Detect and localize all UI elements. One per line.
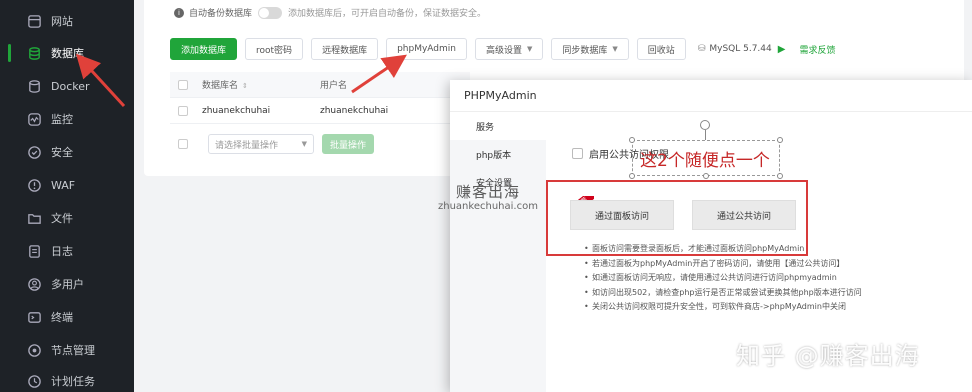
sidebar-item-waf[interactable]: WAF bbox=[0, 170, 134, 200]
sidebar-item-label: 文件 bbox=[51, 212, 73, 225]
node-icon bbox=[26, 342, 42, 358]
database-table: 数据库名 ⇕ 用户名 zhuanekchuhai zhuanekchuhai bbox=[170, 72, 470, 124]
select-all-checkbox[interactable] bbox=[178, 79, 188, 90]
batch-operation-button[interactable]: 批量操作 bbox=[322, 134, 375, 154]
resize-handle bbox=[777, 173, 783, 179]
resize-handle bbox=[629, 173, 635, 179]
tab-service[interactable]: 服务 bbox=[450, 112, 546, 140]
shield-icon bbox=[26, 144, 42, 160]
add-database-button[interactable]: 添加数据库 bbox=[170, 38, 238, 60]
sort-icon: ⇕ bbox=[242, 82, 248, 90]
public-access-checkbox[interactable] bbox=[572, 148, 583, 159]
sync-database-label: 同步数据库 bbox=[562, 45, 608, 56]
resize-handle bbox=[777, 137, 783, 143]
sidebar-item-label: WAF bbox=[51, 178, 76, 192]
sidebar-item-files[interactable]: 文件 bbox=[0, 203, 134, 233]
info-icon: i bbox=[174, 7, 184, 18]
remote-database-button[interactable]: 远程数据库 bbox=[311, 38, 379, 60]
column-header-label: 数据库名 bbox=[202, 81, 239, 91]
sidebar-item-logs[interactable]: 日志 bbox=[0, 236, 134, 266]
auto-backup-hint: 添加数据库后，可开启自动备份，保证数据安全。 bbox=[288, 9, 487, 19]
docker-icon bbox=[26, 78, 42, 94]
sync-database-button[interactable]: 同步数据库 ▼ bbox=[551, 38, 629, 60]
zhihu-watermark: 知乎 @赚客出海 bbox=[736, 342, 920, 370]
folder-icon bbox=[26, 210, 42, 226]
users-icon bbox=[26, 276, 42, 292]
sidebar-item-docker[interactable]: Docker bbox=[0, 71, 134, 101]
watermark-url: zhuankechuhai.com bbox=[438, 201, 538, 212]
sidebar-item-database[interactable]: 数据库 bbox=[0, 38, 134, 68]
advanced-settings-label: 高级设置 bbox=[485, 45, 522, 56]
monitor-icon bbox=[26, 111, 42, 127]
sidebar-item-label: 监控 bbox=[51, 113, 73, 126]
resize-handle bbox=[629, 137, 635, 143]
auto-backup-label: 自动备份数据库 bbox=[189, 9, 253, 19]
sidebar-item-nodes[interactable]: 节点管理 bbox=[0, 335, 134, 365]
list-item: 若通过面板为phpMyAdmin开启了密码访问，请使用【通过公共访问】 bbox=[584, 257, 862, 272]
sidebar-item-multi-user[interactable]: 多用户 bbox=[0, 269, 134, 299]
sidebar-item-label: 计划任务 bbox=[51, 375, 95, 388]
resize-handle bbox=[703, 173, 709, 179]
auto-backup-bar: i 自动备份数据库 添加数据库后，可开启自动备份，保证数据安全。 bbox=[174, 6, 486, 19]
sidebar-item-label: 数据库 bbox=[51, 47, 84, 60]
column-header-username[interactable]: 用户名 bbox=[320, 78, 347, 91]
phpmyadmin-button[interactable]: phpMyAdmin bbox=[386, 38, 467, 60]
sidebar-item-label: 多用户 bbox=[51, 278, 84, 291]
tab-php-version[interactable]: php版本 bbox=[450, 140, 546, 168]
terminal-icon bbox=[26, 309, 42, 325]
database-icon: ⛁ bbox=[697, 44, 706, 54]
list-item: 如通过面板访问无响应，请使用通过公共访问进行访问phpmyadmin bbox=[584, 271, 862, 286]
chevron-down-icon: ▼ bbox=[301, 140, 307, 148]
table-header: 数据库名 ⇕ 用户名 bbox=[170, 72, 470, 98]
chevron-down-icon: ▼ bbox=[612, 45, 618, 53]
advanced-settings-button[interactable]: 高级设置 ▼ bbox=[474, 38, 544, 60]
clock-icon bbox=[26, 373, 42, 389]
sidebar-item-label: 日志 bbox=[51, 245, 73, 258]
root-password-button[interactable]: root密码 bbox=[245, 38, 304, 60]
waf-icon bbox=[26, 177, 42, 193]
sidebar-item-monitor[interactable]: 监控 bbox=[0, 104, 134, 134]
sidebar: 网站 数据库 Docker 监控 安全 WAF 文件 日志 多用户 终端 节点管… bbox=[0, 0, 134, 392]
username-cell: zhuanekchuhai bbox=[320, 105, 389, 116]
rotate-handle-line bbox=[705, 130, 706, 140]
sidebar-item-cron[interactable]: 计划任务 bbox=[0, 366, 134, 392]
batch-operation-select[interactable]: 请选择批量操作 ▼ bbox=[208, 134, 314, 154]
rotate-handle bbox=[700, 120, 710, 130]
sidebar-item-label: 网站 bbox=[51, 15, 73, 28]
dialog-nav: 服务 php版本 安全设置 bbox=[450, 112, 546, 392]
batch-checkbox[interactable] bbox=[178, 139, 188, 149]
sidebar-item-label: Docker bbox=[51, 79, 90, 93]
chevron-down-icon: ▼ bbox=[527, 45, 533, 53]
dialog-title: PHPMyAdmin bbox=[450, 80, 972, 112]
sidebar-item-website[interactable]: 网站 bbox=[0, 6, 134, 36]
sidebar-item-label: 节点管理 bbox=[51, 344, 95, 357]
auto-backup-toggle[interactable] bbox=[258, 6, 283, 19]
annotation-text: 这2个随便点一个 bbox=[640, 151, 770, 171]
batch-bar: 请选择批量操作 ▼ 批量操作 bbox=[170, 134, 375, 154]
row-checkbox[interactable] bbox=[178, 105, 188, 116]
database-icon bbox=[26, 45, 42, 61]
highlight-box bbox=[546, 180, 808, 256]
sidebar-item-label: 安全 bbox=[51, 146, 73, 159]
play-icon[interactable]: ▶ bbox=[778, 44, 786, 55]
batch-select-placeholder: 请选择批量操作 bbox=[215, 140, 279, 151]
list-item: 关闭公共访问权限可提升安全性，可到软件商店->phpMyAdmin中关闭 bbox=[584, 300, 862, 315]
database-toolbar: 添加数据库 root密码 远程数据库 phpMyAdmin 高级设置 ▼ 同步数据… bbox=[170, 38, 835, 60]
mysql-version-label: MySQL 5.7.44 bbox=[709, 44, 772, 54]
sidebar-item-terminal[interactable]: 终端 bbox=[0, 302, 134, 332]
table-row: zhuanekchuhai zhuanekchuhai bbox=[170, 98, 470, 124]
sidebar-item-security[interactable]: 安全 bbox=[0, 137, 134, 167]
list-item: 如访问出现502，请检查php运行是否正常或尝试更换其他php版本进行访问 bbox=[584, 286, 862, 301]
db-name-cell: zhuanekchuhai bbox=[202, 105, 271, 116]
feedback-link[interactable]: 需求反馈 bbox=[799, 43, 835, 56]
mysql-version: ⛁ MySQL 5.7.44 ▶ bbox=[698, 44, 786, 55]
column-header-dbname[interactable]: 数据库名 ⇕ bbox=[202, 78, 320, 91]
watermark-text: 赚客出海 bbox=[456, 183, 521, 201]
log-icon bbox=[26, 243, 42, 259]
recycle-bin-button[interactable]: 回收站 bbox=[636, 38, 686, 60]
globe-icon bbox=[26, 13, 42, 29]
sidebar-item-label: 终端 bbox=[51, 311, 73, 324]
